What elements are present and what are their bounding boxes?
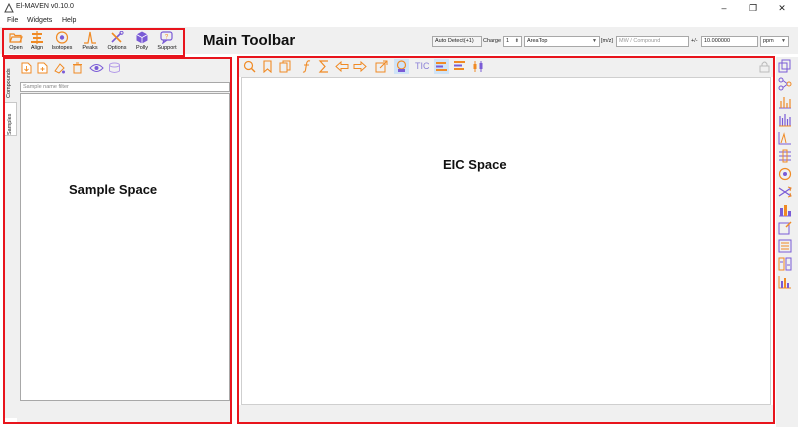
maximize-button[interactable]: ❐ [745,2,761,14]
compare-icon[interactable] [778,257,792,271]
log-list-icon[interactable] [778,239,792,253]
chevron-down-icon: ▼ [781,38,786,44]
sample-space-annotation: Sample Space [69,182,158,197]
main-toolbar-annotation: Main Toolbar [203,32,296,49]
histogram-icon[interactable] [778,275,792,289]
spin-arrows-icon: ⬍ [514,38,519,44]
menu-help[interactable]: Help [62,17,76,24]
menu-widgets[interactable]: Widgets [27,17,52,24]
notes-icon[interactable] [778,221,792,235]
ppm-input[interactable]: 10.000000 [701,36,758,47]
mz-placeholder: MW / Compound [619,38,661,44]
charge-label: Charge [483,38,502,44]
auto-detect-button[interactable]: Auto Detect(+1) [432,36,482,47]
spectra-icon[interactable] [778,95,792,109]
charge-spinbox[interactable]: 1 ⬍ [503,36,522,47]
quant-type-select[interactable]: AreaTop ▼ [524,36,600,47]
close-button[interactable]: ✕ [774,2,790,14]
isotope-chart-icon[interactable] [778,203,792,217]
ppm-unit-select[interactable]: ppm ▼ [760,36,789,47]
quant-type-value: AreaTop [527,38,548,44]
charge-value: 1 [506,38,510,44]
window-title: El-MAVEN v0.10.0 [16,3,74,10]
ppm-unit-value: ppm [763,38,774,44]
network-icon[interactable] [778,77,792,91]
sample-space-highlight [3,57,232,424]
menu-bar: File Widgets Help [0,16,798,27]
app-logo-icon [4,3,14,13]
ppm-value: 10.000000 [704,38,730,44]
right-widget-dock [776,57,798,427]
minimize-button[interactable]: – [716,2,732,14]
menu-file[interactable]: File [7,17,18,24]
eic-space-highlight [237,56,775,424]
main-toolbar-highlight [2,28,185,57]
shuffle-icon[interactable] [778,185,792,199]
chevron-down-icon: ▼ [592,38,597,44]
ppm-tolerance-label: +/- [691,38,698,44]
pages-icon[interactable] [778,59,792,73]
mass-spec-icon[interactable] [778,113,792,127]
eic-space-annotation: EIC Space [443,157,507,172]
mz-compound-input[interactable]: MW / Compound [616,36,689,47]
target-icon[interactable] [778,167,792,181]
mz-label: [m/z] [601,38,613,44]
alignment-chart-icon[interactable] [778,149,792,163]
title-bar: El-MAVEN v0.10.0 – ❐ ✕ [0,0,798,16]
peak-chart-icon[interactable] [778,131,792,145]
